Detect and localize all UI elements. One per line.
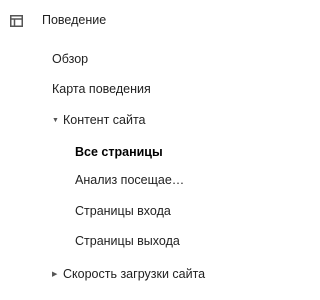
nav-item-content-drilldown[interactable]: Анализ посещае… xyxy=(0,168,214,192)
nav-item-overview[interactable]: Обзор xyxy=(0,47,214,71)
nav-item-site-content[interactable]: ▼ Контент сайта xyxy=(0,108,214,132)
nav-item-label: Контент сайта xyxy=(63,113,146,127)
caret-right-icon: ▶ xyxy=(52,271,58,278)
nav-item-landing-pages[interactable]: Страницы входа xyxy=(0,199,214,223)
section-label: Поведение xyxy=(42,13,107,27)
nav-item-exit-pages[interactable]: Страницы выхода xyxy=(0,229,214,253)
nav-item-label: Все страницы xyxy=(75,145,163,159)
caret-down-icon: ▼ xyxy=(52,116,59,124)
nav-item-label: Обзор xyxy=(52,52,89,66)
nav-item-label: Скорость загрузки сайта xyxy=(63,267,206,281)
nav-item-behavior-flow[interactable]: Карта поведения xyxy=(0,77,214,101)
nav-item-label: Страницы входа xyxy=(75,204,171,218)
nav-item-site-speed[interactable]: ▶ Скорость загрузки сайта xyxy=(0,262,214,286)
nav-item-all-pages[interactable]: Все страницы xyxy=(0,140,214,164)
nav-item-label: Карта поведения xyxy=(52,82,151,96)
nav-item-label: Страницы выхода xyxy=(75,234,180,248)
nav-item-label: Анализ посещае… xyxy=(75,173,185,187)
layout-icon xyxy=(10,14,23,27)
behavior-nav: Поведение Обзор Карта поведения ▼ Контен… xyxy=(0,0,214,300)
